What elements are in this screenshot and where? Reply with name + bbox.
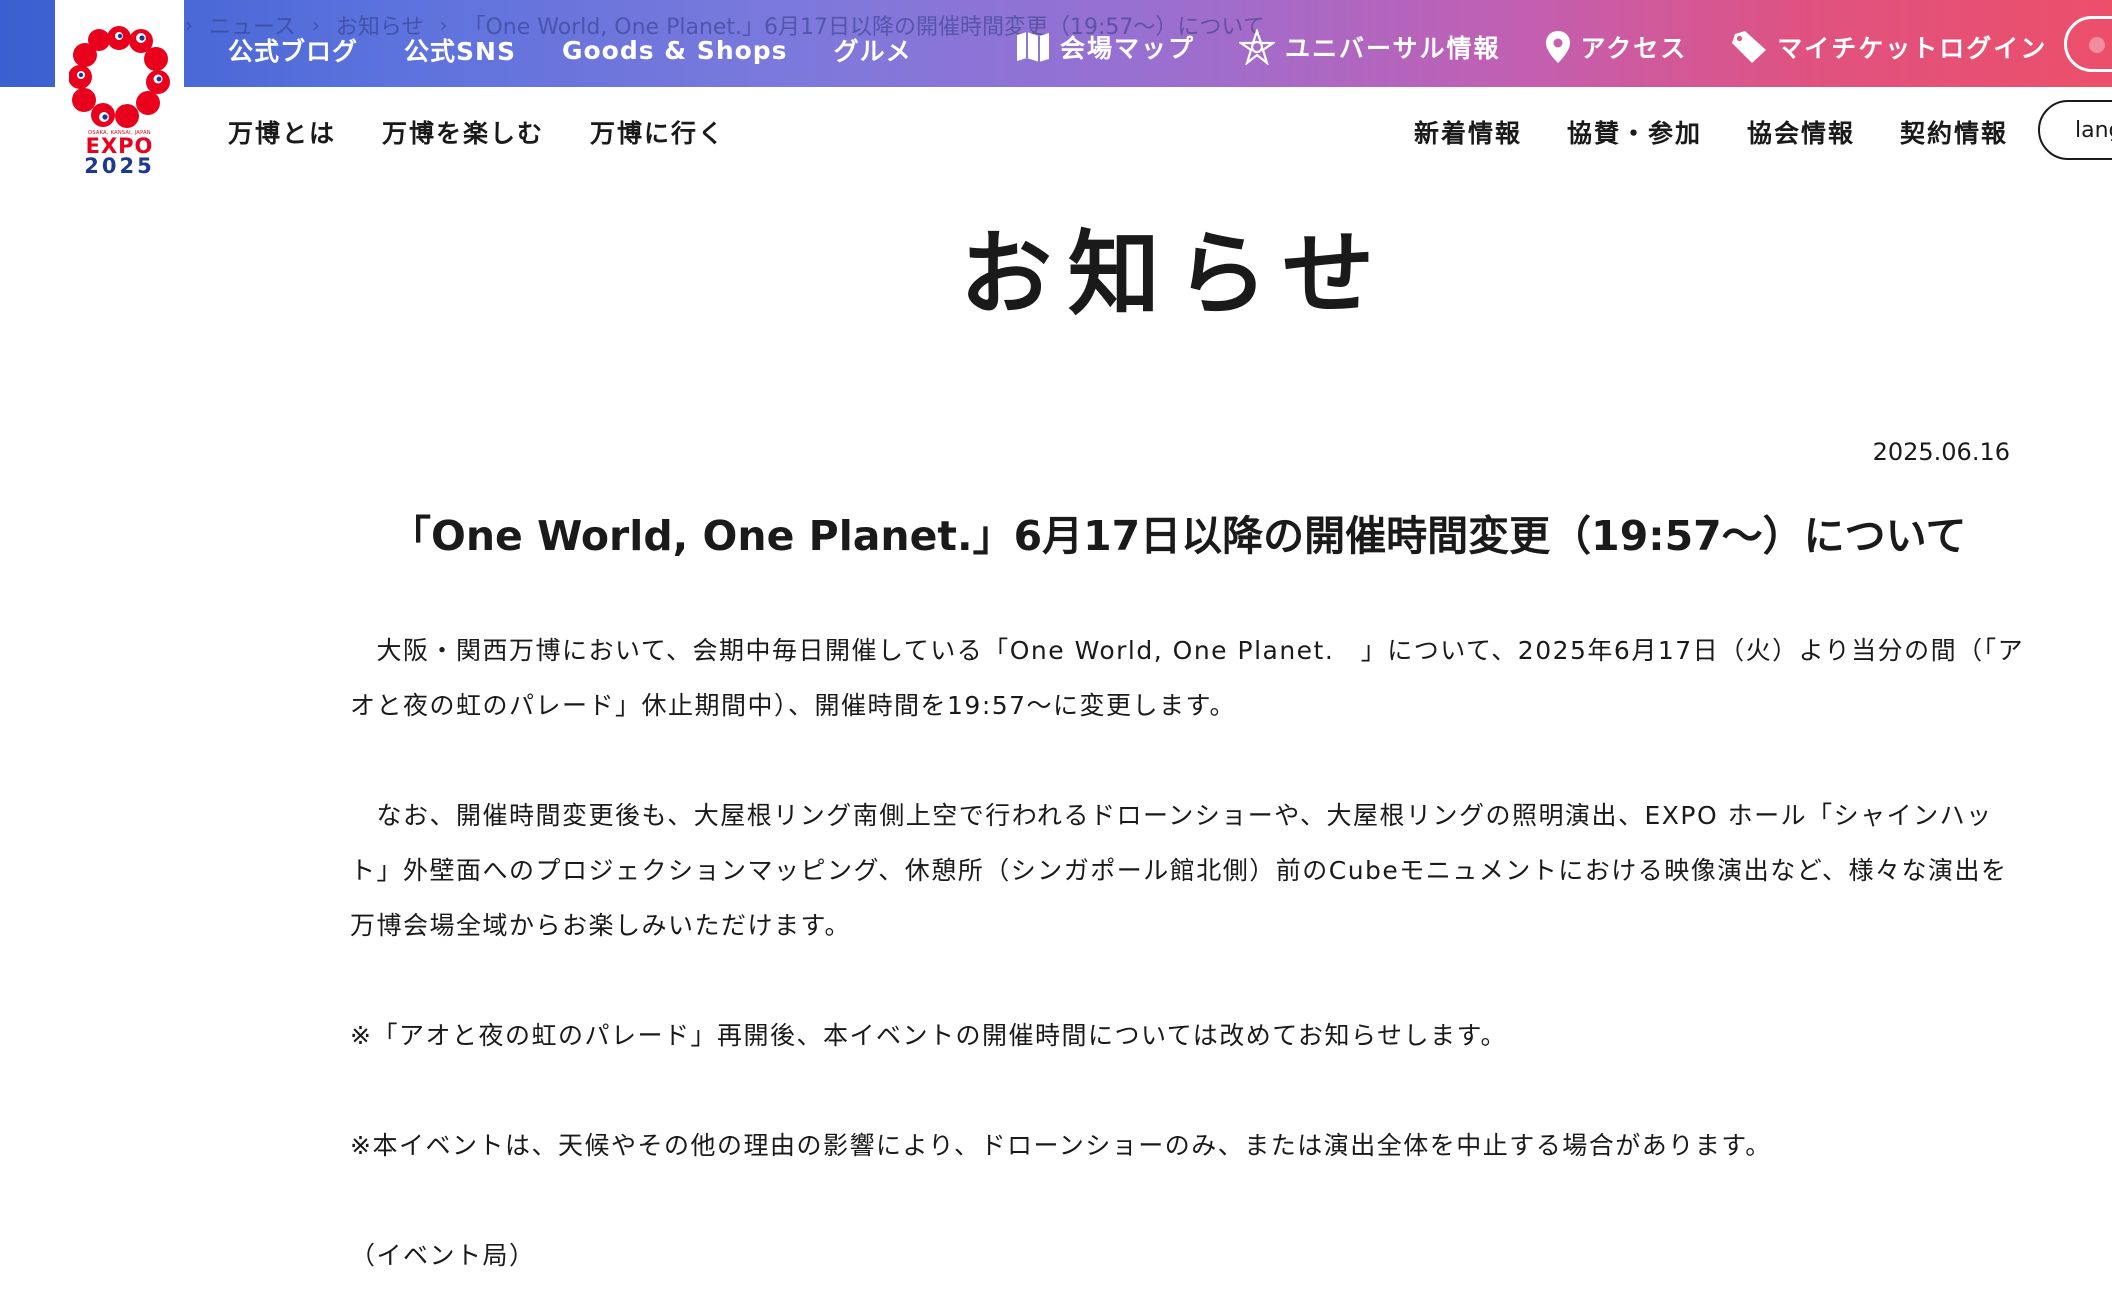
topnav-official-sns[interactable]: 公式SNS bbox=[404, 32, 516, 68]
ticket-icon bbox=[1731, 30, 1767, 64]
topnav-access[interactable]: アクセス bbox=[1545, 29, 1688, 65]
mainnav-about-expo[interactable]: 万博とは bbox=[228, 114, 336, 150]
topnav-universal-info-label: ユニバーサル情報 bbox=[1285, 34, 1501, 63]
location-pin-icon bbox=[1545, 30, 1571, 64]
mainnav-news[interactable]: 新着情報 bbox=[1414, 114, 1522, 150]
page: › ニュース › お知らせ › 「One World, One Planet.」… bbox=[0, 0, 2112, 1313]
page-title: お知らせ bbox=[959, 221, 1391, 328]
topnav-universal-info[interactable]: ユニバーサル情報 bbox=[1239, 29, 1501, 65]
expo-logo[interactable]: OSAKA, KANSAI, JAPAN EXPO 2025 bbox=[55, 0, 184, 178]
topnav-access-label: アクセス bbox=[1580, 34, 1688, 63]
menu-icon bbox=[2089, 37, 2105, 53]
article-paragraph: 大阪・関西万博において、会期中毎日開催している「One World, One P… bbox=[350, 636, 2025, 720]
top-header-bar: › ニュース › お知らせ › 「One World, One Planet.」… bbox=[0, 0, 2112, 87]
article-note: ※本イベントは、天候やその他の理由の影響により、ドローンショーのみ、または演出全… bbox=[350, 1131, 1772, 1160]
topnav-venue-map-label: 会場マップ bbox=[1060, 34, 1196, 63]
myaku-myaku-logo-icon bbox=[69, 26, 170, 128]
mainnav-enjoy-expo[interactable]: 万博を楽しむ bbox=[382, 114, 544, 150]
map-icon bbox=[1016, 31, 1050, 63]
topnav-venue-map[interactable]: 会場マップ bbox=[1016, 29, 1195, 65]
logo-year-text: 2025 bbox=[84, 154, 155, 178]
article-note: ※「アオと夜の虹のパレード」再開後、本イベントの開催時間については改めてお知らせ… bbox=[350, 1021, 1507, 1050]
top-nav-left: 公式ブログ 公式SNS Goods & Shops グルメ bbox=[228, 28, 912, 72]
mainnav-contract-info[interactable]: 契約情報 bbox=[1900, 114, 2008, 150]
main-nav-left: 万博とは 万博を楽しむ 万博に行く bbox=[228, 112, 725, 152]
mainnav-visit-expo[interactable]: 万博に行く bbox=[590, 114, 725, 150]
language-button[interactable]: language bbox=[2038, 100, 2112, 160]
mainnav-association-info[interactable]: 協会情報 bbox=[1747, 114, 1855, 150]
main-nav-right: 新着情報 協賛・参加 協会情報 契約情報 bbox=[1414, 112, 2008, 152]
header-round-button[interactable] bbox=[2064, 16, 2112, 72]
topnav-myticket-login-label: マイチケットログイン bbox=[1777, 34, 2048, 63]
topnav-gourmet[interactable]: グルメ bbox=[834, 32, 912, 68]
article-title: 「One World, One Planet.」6月17日以降の開催時間変更（1… bbox=[390, 512, 1967, 560]
logo-expo-text: EXPO bbox=[85, 134, 154, 158]
mainnav-sponsorship[interactable]: 協賛・参加 bbox=[1567, 114, 1702, 150]
topnav-goods-shops[interactable]: Goods & Shops bbox=[562, 36, 788, 65]
top-nav-right: 会場マップ ユニバーサル情報 アクセス マイチケットログイン bbox=[1016, 24, 2047, 70]
article-date: 2025.06.16 bbox=[1872, 438, 2010, 466]
article-signature: （イベント局） bbox=[350, 1241, 536, 1270]
topnav-official-blog[interactable]: 公式ブログ bbox=[228, 32, 358, 68]
article-paragraph: なお、開催時間変更後も、大屋根リング南側上空で行われるドローンショーや、大屋根リ… bbox=[350, 801, 2008, 940]
universal-icon bbox=[1239, 29, 1276, 65]
chevron-right-icon: › bbox=[185, 13, 193, 37]
topnav-myticket-login[interactable]: マイチケットログイン bbox=[1731, 29, 2047, 65]
